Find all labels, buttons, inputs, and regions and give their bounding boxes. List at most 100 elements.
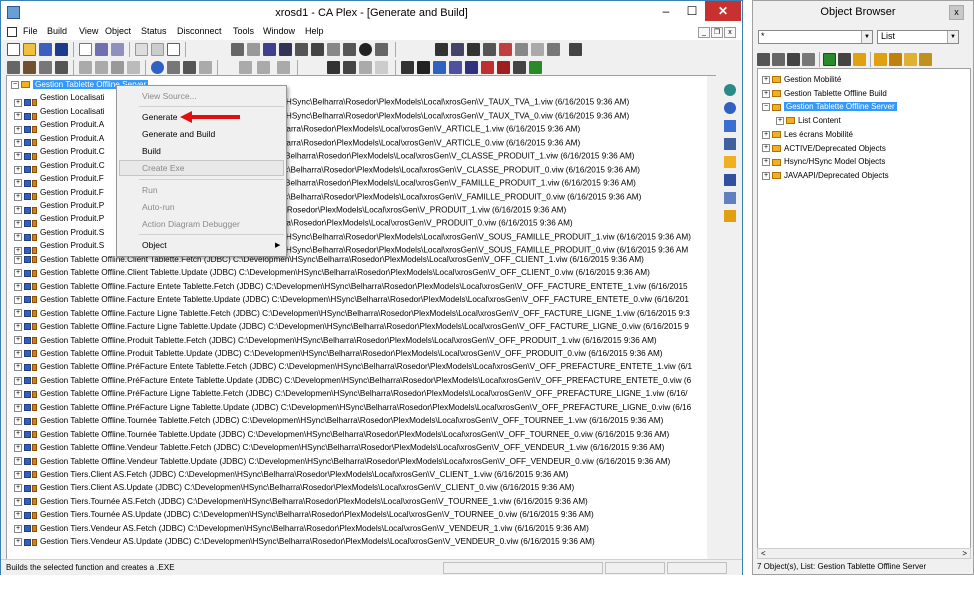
expand-icon[interactable]: + xyxy=(14,322,22,331)
ob-list-icon[interactable] xyxy=(904,53,917,66)
expand-icon[interactable]: + xyxy=(14,376,22,385)
mdi-minimize-button[interactable]: _ xyxy=(698,27,710,38)
expand-icon[interactable]: + xyxy=(762,75,770,84)
ob-up-icon[interactable] xyxy=(838,53,851,66)
tree-row[interactable]: + Gestion Tablette Offline.Vendeur Tablet… xyxy=(7,455,670,468)
tree-row[interactable]: + Gestion Tablette Offline.Vendeur Tablet… xyxy=(7,441,664,454)
object-browser-tree[interactable]: + Gestion Mobilité + Gestion Tablette Offli… xyxy=(757,68,971,550)
library-icon[interactable] xyxy=(23,61,36,74)
chevron-down-icon[interactable]: ▼ xyxy=(861,31,872,43)
expand-icon[interactable]: + xyxy=(762,144,770,153)
mdi-restore-button[interactable]: ❐ xyxy=(711,27,723,38)
update-icon[interactable] xyxy=(111,61,124,74)
format-icon[interactable] xyxy=(277,61,290,74)
expand-icon[interactable]: + xyxy=(14,470,22,479)
mdi-close-button[interactable]: x xyxy=(724,27,736,38)
scroll-right-icon[interactable]: > xyxy=(962,549,967,558)
ob-tree-icon[interactable] xyxy=(772,53,785,66)
tree-row[interactable]: + Gestion Tiers.Vendeur AS.Fetch (JDBC) C… xyxy=(7,522,589,535)
document-icon[interactable] xyxy=(724,138,736,150)
compare-icon[interactable] xyxy=(531,43,544,56)
menu-item-run[interactable]: Run xyxy=(142,185,158,195)
expand-icon[interactable]: + xyxy=(762,130,770,139)
expand-icon[interactable]: + xyxy=(14,390,22,399)
tree-row[interactable]: + Gestion Produit.S pen\HSync\Belharra\Ros… xyxy=(7,226,691,241)
expand-icon[interactable]: + xyxy=(14,430,22,439)
tool-editor-icon[interactable] xyxy=(295,43,308,56)
filter-icon[interactable] xyxy=(499,43,512,56)
tree-row[interactable]: + Gestion Tablette Offline.PréFacture Lig… xyxy=(7,401,691,414)
new-icon[interactable] xyxy=(7,43,20,56)
link-icon[interactable] xyxy=(724,84,736,96)
mdi-document-icon[interactable] xyxy=(7,27,17,37)
object-browser-item[interactable]: + JAVAAPI/Deprecated Objects xyxy=(762,170,889,182)
menu-status[interactable]: Status xyxy=(141,26,167,36)
tree-row[interactable]: + Gestion Tablette Offline.Facture Ligne … xyxy=(7,320,689,333)
object-browser-item[interactable]: + Gestion Mobilité xyxy=(762,74,841,86)
stop-icon[interactable] xyxy=(497,61,510,74)
tool-diagram-icon[interactable] xyxy=(279,43,292,56)
tree-row[interactable]: + Gestion Localisati pen\HSync\Belharra\Ro… xyxy=(7,91,629,107)
menu-disconnect[interactable]: Disconnect xyxy=(177,26,222,36)
menu-item-generate-build[interactable]: Generate and Build xyxy=(142,129,215,139)
split-icon[interactable] xyxy=(547,43,560,56)
title-bar[interactable]: xrosd1 - CA Plex - [Generate and Build] … xyxy=(1,1,742,25)
menu-object[interactable]: Object xyxy=(105,26,131,36)
menu-tools[interactable]: Tools xyxy=(233,26,254,36)
red-square-icon[interactable] xyxy=(481,61,494,74)
tree-row[interactable]: + Gestion Tablette Offline.Facture Ligne … xyxy=(7,307,690,320)
menu-item-auto-run[interactable]: Auto-run xyxy=(142,202,175,212)
expand-icon[interactable]: + xyxy=(14,484,22,493)
object-browser-item[interactable]: − Gestion Tablette Offline Server xyxy=(762,101,897,113)
menu-window[interactable]: Window xyxy=(263,26,295,36)
grid-small-icon[interactable] xyxy=(375,61,388,74)
expand-icon[interactable]: + xyxy=(14,336,22,345)
menu-build[interactable]: Build xyxy=(47,26,67,36)
expand-icon[interactable]: + xyxy=(14,363,22,372)
tree-row[interactable]: + Gestion Produit.P lharra\Rosedor\PlexMod… xyxy=(7,212,573,228)
properties-icon[interactable] xyxy=(95,43,108,56)
model-icon[interactable] xyxy=(7,61,20,74)
tree-row[interactable]: + Gestion Produit.F Sync\Belharra\Rosedor\… xyxy=(7,186,641,201)
ob-new-folder-icon[interactable] xyxy=(874,53,887,66)
tree-row[interactable]: + Gestion Tablette Offline.Tournée Tablet… xyxy=(7,428,669,441)
blue-square-icon[interactable] xyxy=(433,61,446,74)
arrow-tool-icon[interactable] xyxy=(417,61,430,74)
expand-icon[interactable]: + xyxy=(14,417,22,426)
menu-item-create-exe[interactable]: Create Exe xyxy=(142,163,185,173)
indent-icon[interactable] xyxy=(239,61,252,74)
local-icon[interactable] xyxy=(79,61,92,74)
close-button[interactable]: ✕ xyxy=(705,1,741,21)
menu-item-view-source[interactable]: View Source... xyxy=(142,91,197,101)
expand-icon[interactable]: + xyxy=(776,116,784,125)
dropdown-icon[interactable] xyxy=(515,43,528,56)
tree-row[interactable]: + Gestion Produit.F ync\Belharra\Rosedor\P… xyxy=(7,172,636,188)
tree-row[interactable]: + Gestion Tiers.Tournée AS.Update (JDBC) … xyxy=(7,508,594,521)
expand-icon[interactable]: + xyxy=(14,255,22,264)
search-icon[interactable] xyxy=(183,61,196,74)
expand-icon[interactable]: + xyxy=(14,497,22,506)
expand-icon[interactable]: + xyxy=(762,158,770,167)
print-preview-icon[interactable] xyxy=(79,43,92,56)
expand-icon[interactable]: + xyxy=(14,295,22,304)
generate-build-tree[interactable]: − Gestion Tablette Offline Server + Gestio… xyxy=(6,75,716,561)
tree-row[interactable]: + Gestion Produit.C ync\Belharra\Rosedor\P… xyxy=(7,145,635,161)
expand-icon[interactable]: − xyxy=(762,103,770,112)
expand-icon[interactable]: + xyxy=(14,511,22,520)
ob-refresh-icon[interactable] xyxy=(823,53,836,66)
folder-open-icon[interactable] xyxy=(724,156,736,168)
outdent-icon[interactable] xyxy=(257,61,270,74)
tree-row[interactable]: + Gestion Tablette Offline.Produit Tablet… xyxy=(7,334,657,347)
tool-info-icon[interactable] xyxy=(359,43,372,56)
expand-icon[interactable]: + xyxy=(762,171,770,180)
group-icon[interactable] xyxy=(95,61,108,74)
tree-vertical-scrollbar[interactable] xyxy=(707,76,716,560)
refresh-icon[interactable] xyxy=(167,43,180,56)
maximize-button[interactable]: ☐ xyxy=(679,1,705,21)
copy-icon[interactable] xyxy=(151,43,164,56)
ob-folder-icon[interactable] xyxy=(853,53,866,66)
tree-row[interactable]: + Gestion Tiers.Vendeur AS.Update (JDBC) … xyxy=(7,535,595,548)
layout-icon[interactable] xyxy=(569,43,582,56)
expand-icon[interactable]: + xyxy=(14,349,22,358)
expand-icon[interactable]: + xyxy=(14,443,22,452)
